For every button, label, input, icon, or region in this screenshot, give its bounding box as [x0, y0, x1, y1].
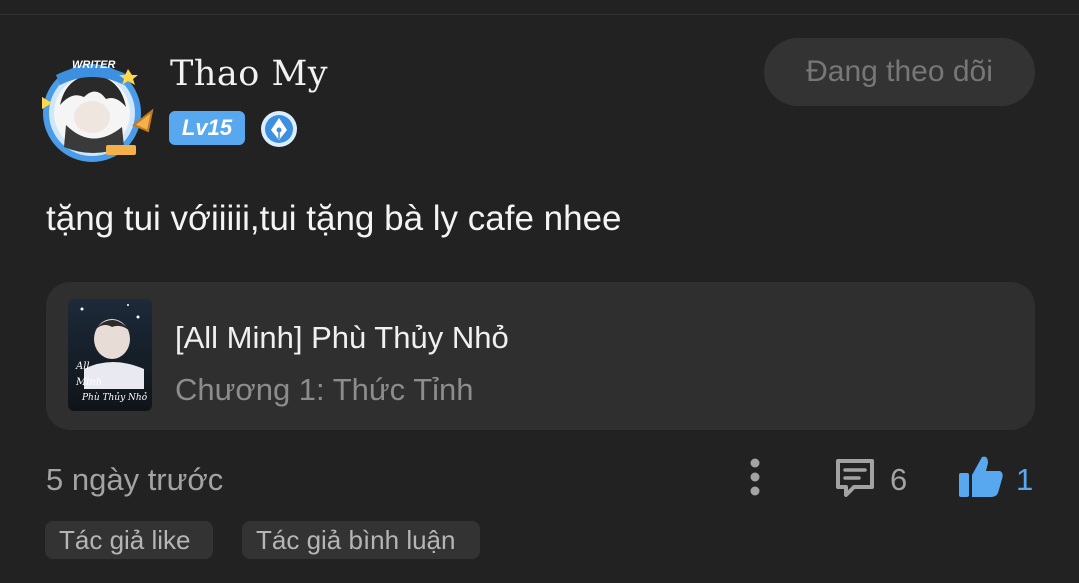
comment-text: tặng tui vớiiiii,tui tặng bà ly cafe nhe… — [46, 199, 622, 238]
level-badge: Lv15 — [169, 111, 245, 145]
cover-text-line-2: Minh — [76, 377, 103, 388]
story-chapter[interactable]: Chương 1: Thức Tỉnh — [175, 372, 474, 408]
story-card[interactable]: All Minh Phù Thủy Nhỏ [All Minh] Phù Thủ… — [46, 282, 1035, 430]
story-title[interactable]: [All Minh] Phù Thủy Nhỏ — [175, 320, 509, 356]
following-button[interactable]: Đang theo dõi — [764, 38, 1035, 106]
thumbs-up-icon[interactable] — [956, 453, 1006, 501]
author-name[interactable]: Thao My — [170, 54, 328, 94]
tag-author-commented: Tác giả bình luận — [242, 521, 480, 559]
pen-nib-badge-icon — [260, 110, 298, 148]
comment-icon[interactable] — [832, 455, 878, 501]
author-avatar[interactable]: WRITER — [36, 55, 156, 163]
comment-timestamp: 5 ngày trước — [46, 462, 224, 497]
more-vertical-icon[interactable] — [740, 455, 770, 501]
top-divider — [0, 14, 1079, 15]
cover-text-line-1: All — [76, 361, 90, 372]
like-count: 1 — [1016, 462, 1034, 497]
cover-text-line-3: Phù Thủy Nhỏ — [82, 393, 148, 403]
tag-author-liked: Tác giả like — [45, 521, 213, 559]
comment-count: 6 — [890, 462, 908, 497]
avatar-frame-label: WRITER — [72, 59, 116, 71]
story-cover: All Minh Phù Thủy Nhỏ — [68, 299, 152, 411]
